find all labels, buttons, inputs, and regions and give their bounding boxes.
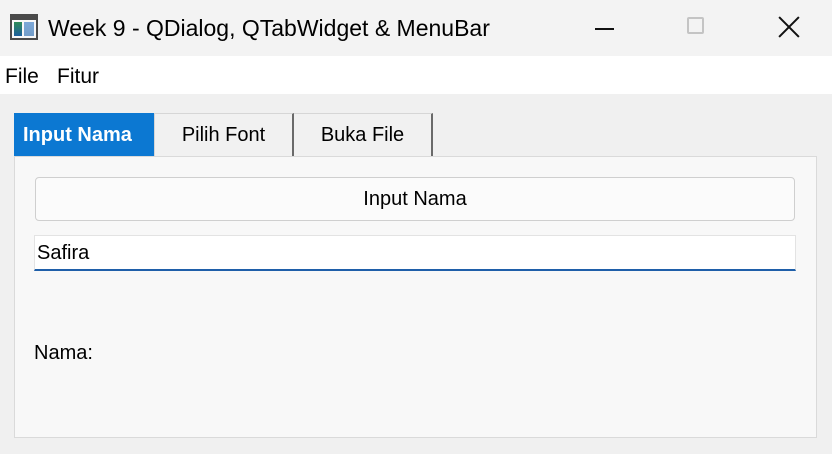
maximize-button[interactable] [650,0,742,56]
menu-fitur[interactable]: Fitur [57,64,99,90]
app-window-icon [10,14,38,40]
title-bar[interactable]: Week 9 - QDialog, QTabWidget & MenuBar [0,0,832,56]
tab-input-nama[interactable]: Input Nama [14,113,154,156]
tab-buka-file[interactable]: Buka File [294,113,433,156]
maximize-icon [687,17,704,34]
minimize-button[interactable] [558,0,650,56]
menu-file[interactable]: File [5,64,39,90]
close-button[interactable] [742,0,832,56]
nama-label: Nama: [34,342,93,364]
name-input[interactable]: Safira [34,235,796,271]
window-title: Week 9 - QDialog, QTabWidget & MenuBar [48,15,490,41]
tab-pilih-font[interactable]: Pilih Font [154,113,294,156]
minimize-icon [595,28,614,30]
input-nama-button[interactable]: Input Nama [35,177,795,221]
close-icon [778,16,800,38]
menu-bar: File Fitur [0,56,832,94]
